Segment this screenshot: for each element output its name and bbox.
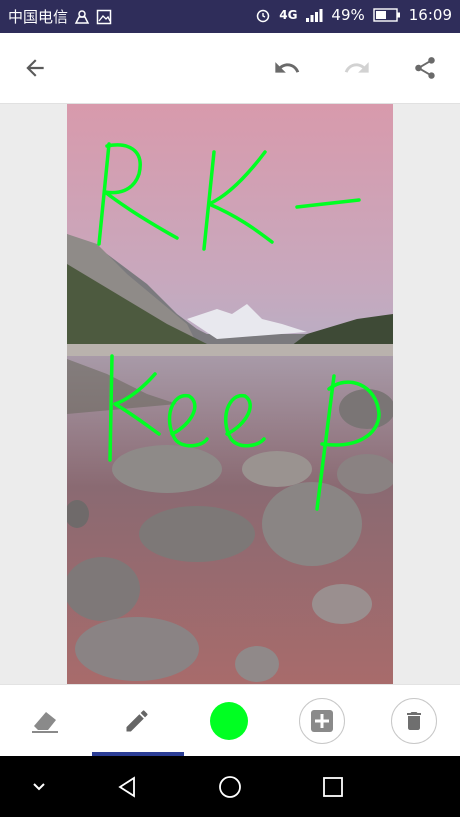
gallery-notification-icon [96, 9, 112, 25]
status-bar: 中国电信 4G 49% 16:09 [0, 0, 460, 33]
drawing-canvas[interactable] [67, 104, 393, 684]
app-bar [0, 33, 460, 104]
back-triangle-icon [118, 776, 135, 798]
undo-icon [275, 62, 300, 73]
eraser-icon [32, 712, 58, 733]
drawing-toolbar [0, 684, 460, 757]
clock: 16:09 [408, 6, 452, 24]
chevron-down-icon [33, 783, 45, 791]
color-picker-button[interactable] [210, 702, 248, 740]
nav-back-button[interactable] [112, 772, 142, 802]
redo-button[interactable] [340, 51, 374, 85]
back-arrow-icon [26, 59, 44, 77]
delete-icon [407, 712, 421, 730]
redo-icon [344, 62, 369, 73]
drawing-canvas-area [0, 104, 460, 684]
alarm-icon [255, 7, 271, 23]
system-nav-bar [0, 756, 460, 817]
signal-icon [305, 8, 323, 22]
nav-home-button[interactable] [215, 772, 245, 802]
recents-square-icon [323, 777, 343, 797]
share-button[interactable] [408, 51, 442, 85]
carrier-label: 中国电信 [8, 8, 69, 26]
undo-button[interactable] [270, 51, 304, 85]
pen-icon [126, 710, 148, 732]
eraser-button[interactable] [23, 699, 67, 743]
network-type-label: 4G [279, 8, 298, 22]
battery-percent: 49% [331, 6, 365, 24]
notification-icon [74, 9, 90, 25]
battery-icon [373, 8, 401, 22]
pen-button[interactable] [115, 699, 159, 743]
nav-collapse-button[interactable] [24, 772, 54, 802]
home-circle-icon [219, 776, 241, 798]
nav-recents-button[interactable] [318, 772, 348, 802]
back-button[interactable] [18, 51, 52, 85]
background-photo [67, 104, 393, 684]
add-icon [311, 710, 333, 732]
add-button[interactable] [299, 698, 345, 744]
delete-button[interactable] [391, 698, 437, 744]
share-icon [415, 57, 435, 79]
